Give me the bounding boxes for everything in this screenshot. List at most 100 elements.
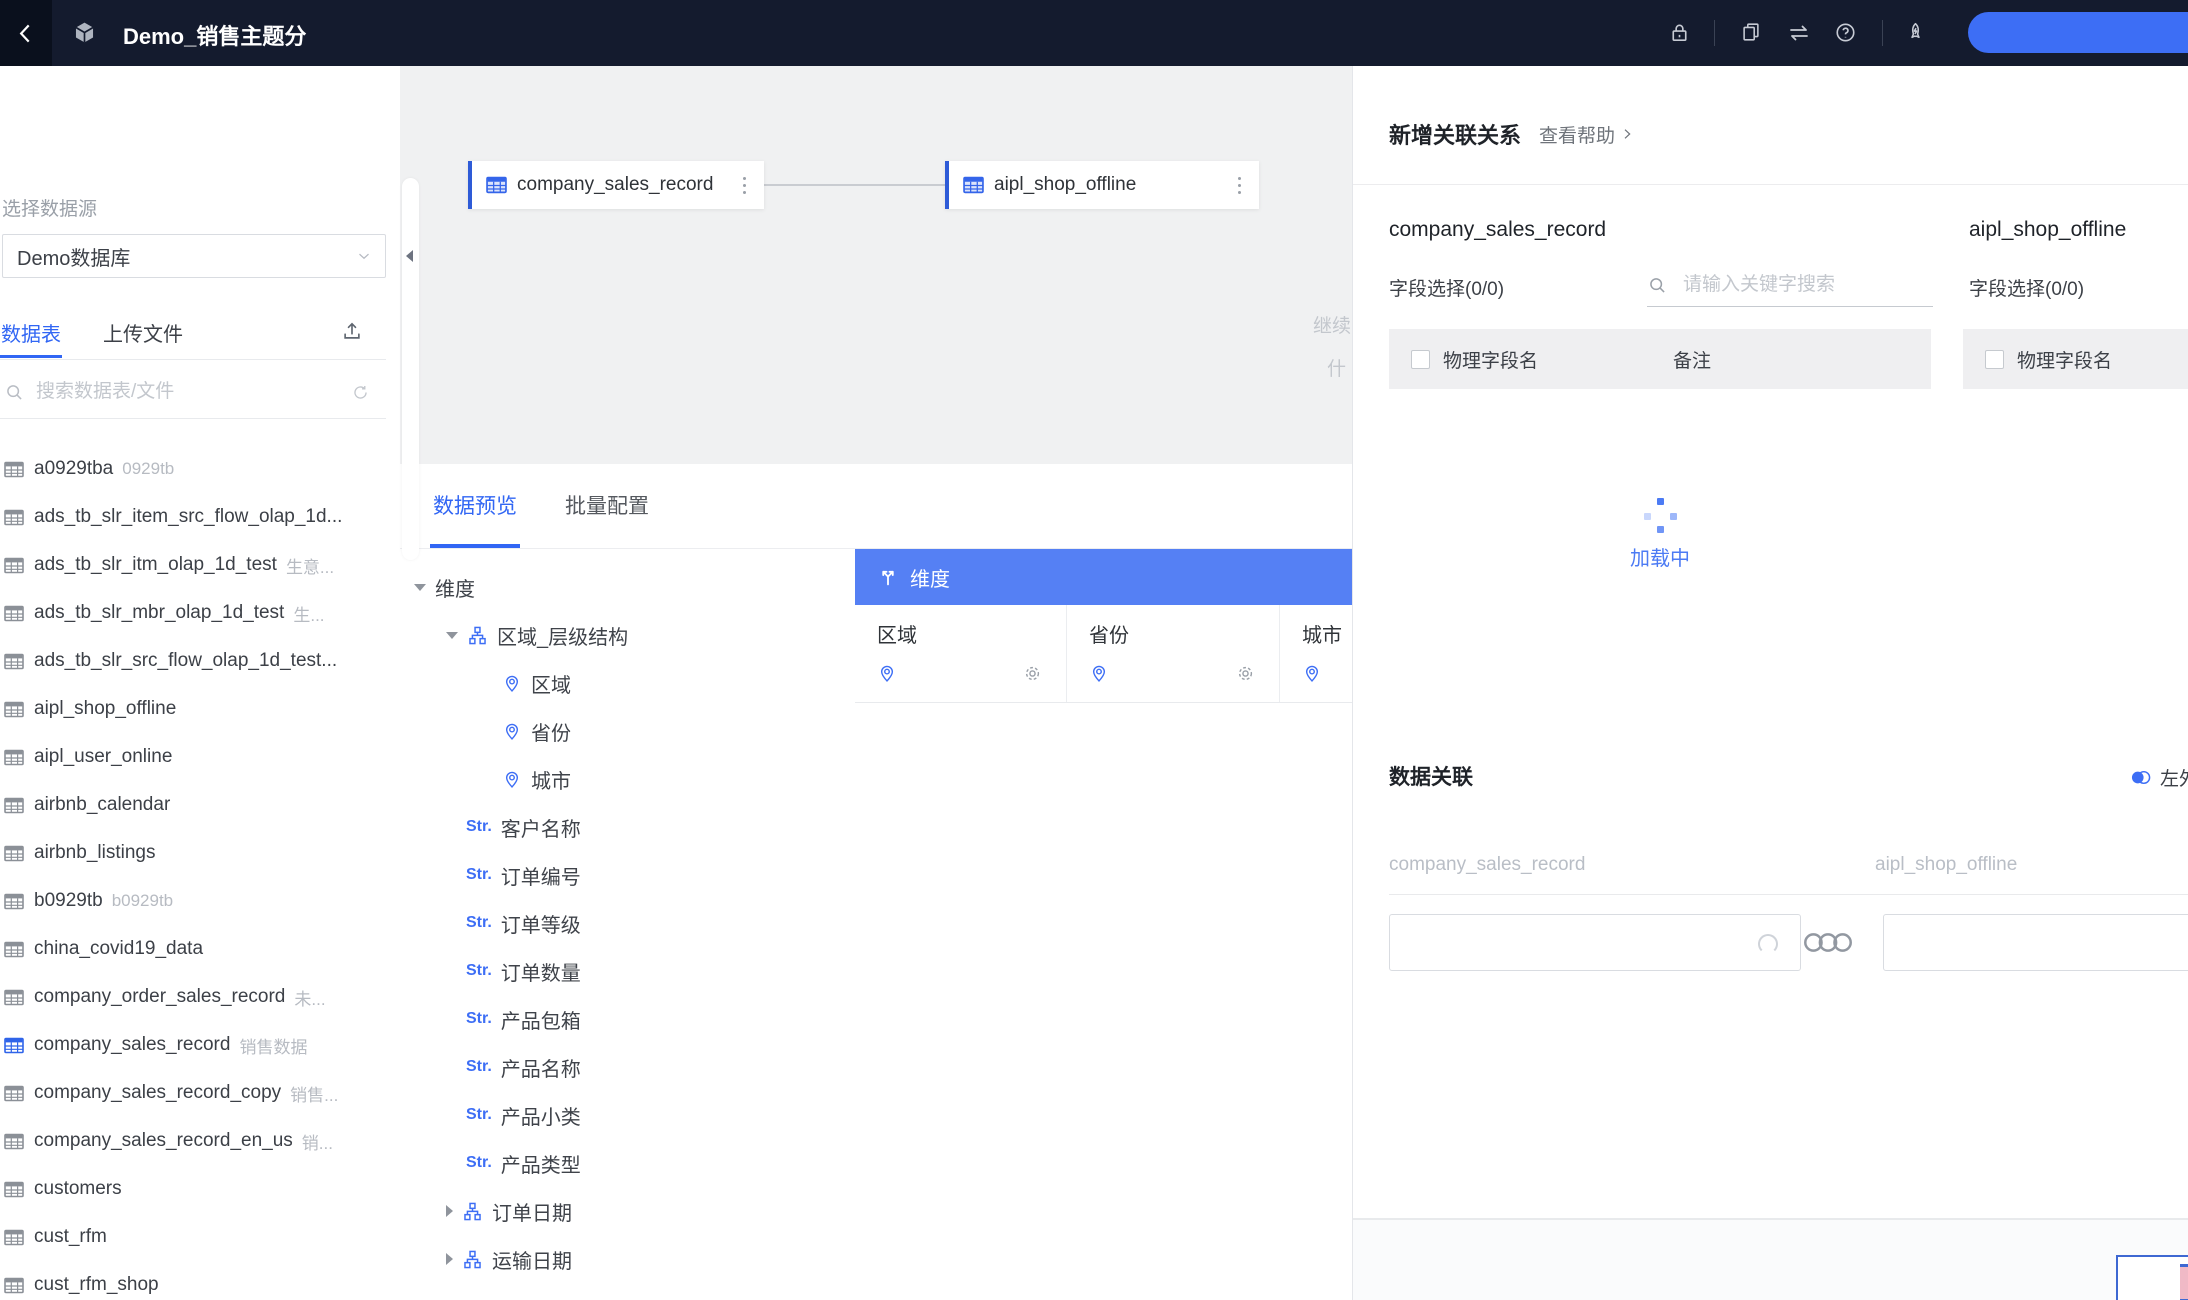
- help-link[interactable]: 查看帮助: [1539, 121, 1635, 148]
- tree-item[interactable]: Str. 订单日期: [400, 1187, 855, 1235]
- lock-icon[interactable]: [1668, 21, 1691, 44]
- back-button[interactable]: [0, 0, 52, 66]
- gear-icon[interactable]: [1236, 664, 1255, 683]
- join-right-table-label: aipl_shop_offline: [1875, 854, 2017, 876]
- caret-icon[interactable]: [446, 1253, 453, 1265]
- select-all-checkbox[interactable]: [1985, 350, 2004, 369]
- column-name: 区域: [877, 619, 1066, 648]
- table-icon: [4, 1037, 24, 1054]
- table-list-item[interactable]: a0929tba 0929tb: [0, 445, 390, 493]
- table-list: a0929tba 0929tb ads_tb_slr_item_src_flow…: [0, 432, 390, 1300]
- table-list-item[interactable]: ads_tb_slr_src_flow_olap_1d_test...: [0, 637, 390, 685]
- table-icon: [4, 1085, 24, 1102]
- table-list-item[interactable]: aipl_user_online: [0, 733, 390, 781]
- table-list-item[interactable]: company_sales_record_copy 销售...: [0, 1069, 390, 1117]
- tree-item[interactable]: Str. 订单数量: [400, 947, 855, 995]
- search-icon: [4, 382, 24, 402]
- table-list-item[interactable]: china_covid19_data: [0, 925, 390, 973]
- preview-column-header: 区域: [855, 605, 1067, 702]
- tree-item[interactable]: Str. 城市: [400, 755, 855, 803]
- table-list-item[interactable]: company_sales_record 销售数据: [0, 1021, 390, 1069]
- sidebar-tab[interactable]: 上传文件: [102, 316, 184, 358]
- datasource-label: 选择数据源: [2, 194, 97, 221]
- join-left-field-select[interactable]: [1389, 914, 1801, 971]
- kebab-menu-icon[interactable]: [743, 184, 746, 187]
- table-list-item[interactable]: ads_tb_slr_item_src_flow_olap_1d...: [0, 493, 390, 541]
- left-table-title: company_sales_record: [1389, 218, 1606, 242]
- table-name: airbnb_calendar: [34, 794, 170, 816]
- string-type-icon: Str.: [466, 962, 492, 980]
- tree-item[interactable]: Str. 运输日期: [400, 1235, 855, 1283]
- table-note: 销售数据: [239, 1033, 307, 1058]
- tree-item[interactable]: Str. 客户名称: [400, 803, 855, 851]
- dimension-group-header: 维度: [855, 549, 1352, 605]
- table-list-item[interactable]: company_order_sales_record 未...: [0, 973, 390, 1021]
- rocket-icon[interactable]: [1904, 21, 1927, 44]
- table-list-item[interactable]: b0929tb b0929tb: [0, 877, 390, 925]
- table-list-item[interactable]: ads_tb_slr_mbr_olap_1d_test 生...: [0, 589, 390, 637]
- caret-icon[interactable]: [446, 632, 458, 639]
- preview-column-headers: 区域 省份: [855, 605, 1352, 703]
- table-list-item[interactable]: aipl_shop_offline: [0, 685, 390, 733]
- tree-item[interactable]: Str. 产品类型: [400, 1139, 855, 1187]
- table-list-item[interactable]: ads_tb_slr_itm_olap_1d_test 生意...: [0, 541, 390, 589]
- table-name: cust_rfm_shop: [34, 1274, 159, 1296]
- caret-icon[interactable]: [446, 1205, 453, 1217]
- table-icon: [4, 845, 24, 862]
- tree-item[interactable]: Str. 区域: [400, 659, 855, 707]
- join-type-toggle[interactable]: 左外连接: [2129, 764, 2188, 791]
- tree-item[interactable]: Str. 产品名称: [400, 1043, 855, 1091]
- canvas-table-node[interactable]: aipl_shop_offline: [945, 161, 1259, 209]
- join-left-table-label: company_sales_record: [1389, 854, 1585, 876]
- sidebar-collapse-handle[interactable]: [402, 178, 419, 560]
- gear-icon[interactable]: [1023, 664, 1042, 683]
- model-canvas[interactable]: company_sales_record aipl_shop_offline 继…: [400, 66, 1352, 464]
- table-note: 生意...: [286, 553, 334, 578]
- primary-action-button[interactable]: [1968, 12, 2188, 53]
- tree-item[interactable]: Str. 产品小类: [400, 1091, 855, 1139]
- table-list-item[interactable]: cust_rfm: [0, 1213, 390, 1261]
- tree-item[interactable]: Str. 区域_层级结构: [400, 611, 855, 659]
- navbar: Demo_销售主题分: [0, 0, 2188, 66]
- table-list-item[interactable]: airbnb_calendar: [0, 781, 390, 829]
- preview-tab[interactable]: 数据预览: [430, 464, 520, 548]
- hierarchy-icon: [462, 1249, 483, 1270]
- relation-panel: 新增关联关系 查看帮助 company_sales_record aipl_sh…: [1352, 66, 2188, 1300]
- tree-item[interactable]: Str. 订单等级: [400, 899, 855, 947]
- geo-pin-icon: [502, 769, 522, 789]
- canvas-table-node[interactable]: company_sales_record: [468, 161, 764, 209]
- hierarchy-icon: [462, 1201, 483, 1222]
- copy-icon[interactable]: [1740, 21, 1762, 43]
- tree-item[interactable]: Str. 省份: [400, 707, 855, 755]
- column-header: 物理字段名: [2017, 346, 2112, 373]
- corner-dialog-box[interactable]: [2116, 1255, 2188, 1300]
- select-all-checkbox[interactable]: [1411, 350, 1430, 369]
- tree-item-label: 区域: [531, 669, 571, 698]
- refresh-icon[interactable]: [351, 383, 370, 402]
- help-icon[interactable]: [1834, 21, 1857, 44]
- caret-icon[interactable]: [414, 584, 426, 591]
- preview-tab[interactable]: 批量配置: [562, 464, 652, 548]
- table-list-item[interactable]: cust_rfm_shop: [0, 1261, 390, 1300]
- table-list-item[interactable]: customers: [0, 1165, 390, 1213]
- quickbi-dataset-editor: Demo_销售主题分 选择数据源 Demo数据库: [0, 0, 2188, 1300]
- geo-pin-icon: [502, 721, 522, 741]
- tree-item[interactable]: Str. 订单编号: [400, 851, 855, 899]
- kebab-menu-icon[interactable]: [1238, 184, 1241, 187]
- field-search-input[interactable]: [1681, 273, 1933, 297]
- tree-item[interactable]: Str. 产品包箱: [400, 995, 855, 1043]
- column-header: 物理字段名: [1443, 346, 1538, 373]
- sidebar-tabs: 数据表 上传文件: [0, 316, 184, 358]
- swap-icon[interactable]: [1787, 21, 1811, 45]
- sidebar-tab[interactable]: 数据表: [0, 316, 62, 358]
- upload-icon[interactable]: [341, 320, 363, 342]
- table-list-item[interactable]: airbnb_listings: [0, 829, 390, 877]
- tree-item[interactable]: Str. 维度: [400, 563, 855, 611]
- table-list-item[interactable]: company_sales_record_en_us 销...: [0, 1117, 390, 1165]
- tree-item-label: 产品小类: [501, 1101, 581, 1130]
- tree-item-label: 运输日期: [492, 1245, 572, 1274]
- join-right-field-select[interactable]: [1883, 914, 2188, 971]
- search-input[interactable]: [34, 380, 351, 404]
- datasource-select[interactable]: Demo数据库: [2, 234, 386, 278]
- datasource-select-value: Demo数据库: [17, 242, 130, 271]
